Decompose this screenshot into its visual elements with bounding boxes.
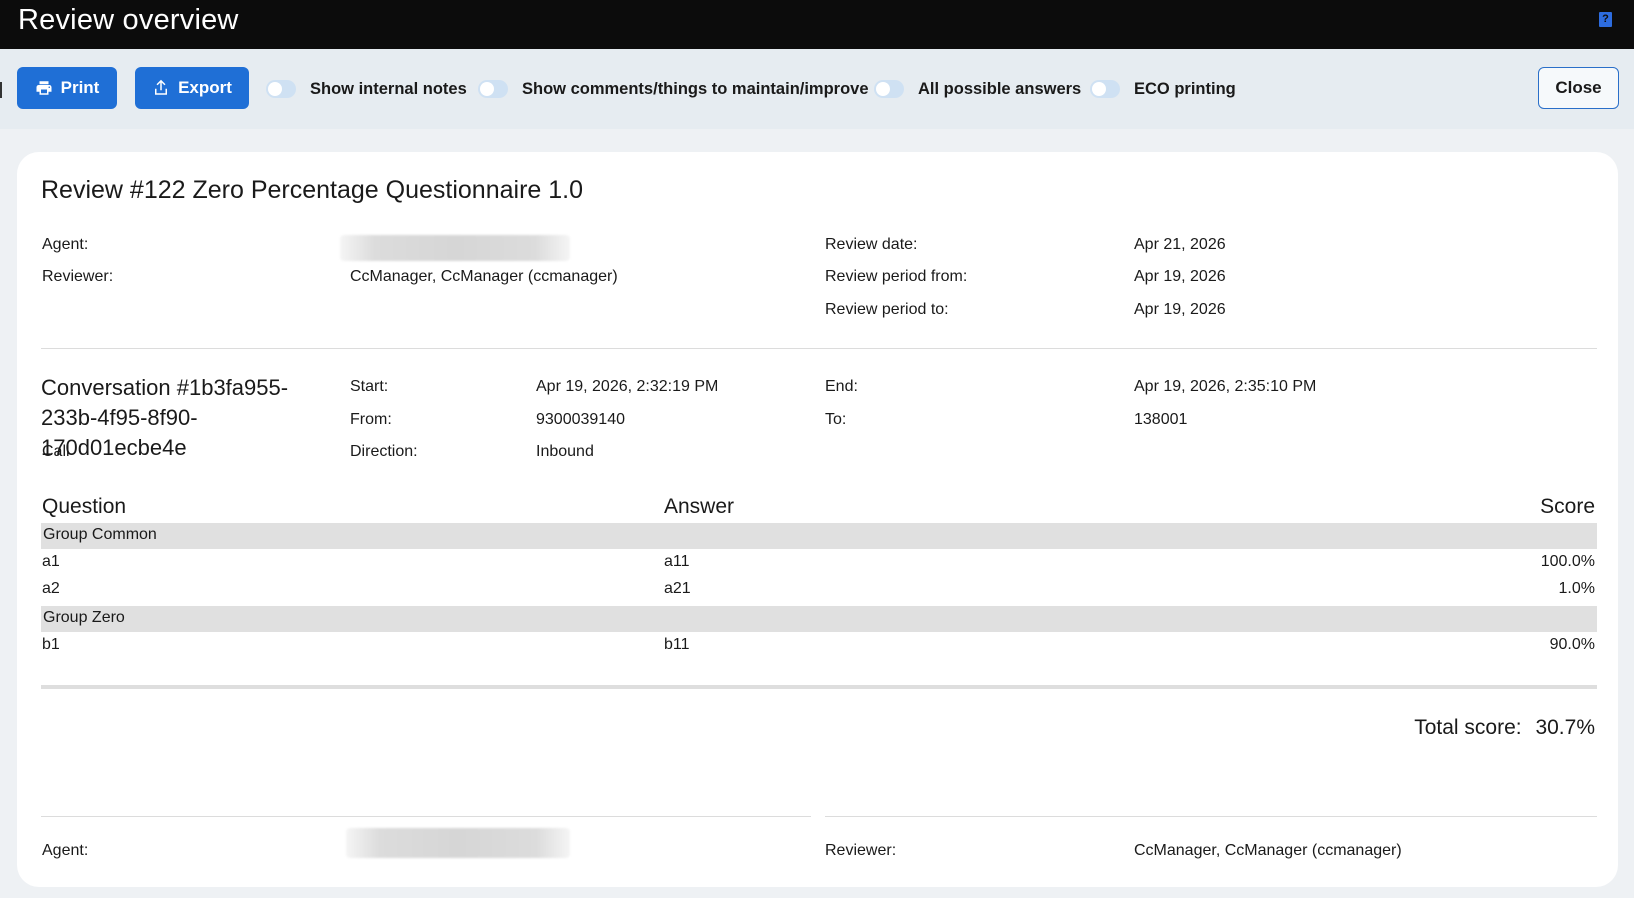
reviewer-value: CcManager, CcManager (ccmanager) <box>350 268 618 285</box>
toggle-switch[interactable] <box>1090 80 1120 98</box>
section-divider <box>41 348 1597 349</box>
to-label: To: <box>825 411 847 428</box>
total-score-label: Total score: <box>1414 716 1522 739</box>
toolbar-edge-divider <box>0 82 2 98</box>
group-row: Group Zero <box>41 606 1597 632</box>
toggle-label: Show comments/things to maintain/improve <box>522 79 869 98</box>
total-score: Total score: 30.7% <box>1414 716 1595 740</box>
table-bottom-divider <box>41 685 1597 689</box>
direction-label: Direction: <box>350 443 418 460</box>
group-name: Group Common <box>43 526 157 543</box>
answer-column-header: Answer <box>664 495 735 518</box>
total-score-value: 30.7% <box>1535 716 1595 739</box>
toggle-label: ECO printing <box>1134 79 1236 98</box>
export-button-label: Export <box>178 78 232 97</box>
toggle-internal-notes[interactable]: Show internal notes <box>266 79 467 99</box>
to-value: 138001 <box>1134 411 1188 428</box>
signature-reviewer-value: CcManager, CcManager (ccmanager) <box>1134 842 1402 859</box>
end-value: Apr 19, 2026, 2:35:10 PM <box>1134 378 1317 395</box>
export-button[interactable]: Export <box>135 67 249 109</box>
start-value: Apr 19, 2026, 2:32:19 PM <box>536 378 719 395</box>
review-title: Review #122 Zero Percentage Questionnair… <box>41 176 583 204</box>
toggle-switch[interactable] <box>266 80 296 98</box>
conversation-type: Call <box>42 443 70 460</box>
window-title: Review overview <box>18 4 239 36</box>
period-from-value: Apr 19, 2026 <box>1134 268 1226 285</box>
agent-label: Agent: <box>42 236 89 253</box>
table-cell-answer: a21 <box>664 580 691 597</box>
table-cell-answer: a11 <box>664 553 690 570</box>
end-label: End: <box>825 378 858 395</box>
reviewer-signature-line <box>825 816 1597 817</box>
print-button[interactable]: Print <box>17 67 117 109</box>
table-cell-question: a1 <box>42 553 60 570</box>
table-cell-score: 1.0% <box>1558 580 1595 597</box>
from-label: From: <box>350 411 392 428</box>
upload-icon <box>155 79 168 95</box>
help-book-icon[interactable]: ? <box>1599 12 1612 27</box>
period-from-label: Review period from: <box>825 268 968 285</box>
table-cell-score: 100.0% <box>1540 553 1595 570</box>
signature-agent-label: Agent: <box>42 842 89 859</box>
toggle-switch[interactable] <box>874 80 904 98</box>
table-cell-question: b1 <box>42 636 60 653</box>
toggle-comments[interactable]: Show comments/things to maintain/improve <box>478 79 869 99</box>
window-titlebar: Review overview ? <box>0 0 1634 49</box>
agent-value-redacted <box>340 235 570 261</box>
group-row: Group Common <box>41 523 1597 549</box>
table-cell-score: 90.0% <box>1549 636 1595 653</box>
toolbar: Print Export Show internal notes Show co… <box>0 49 1634 129</box>
agent-signature-line <box>41 816 811 817</box>
conversation-title: Conversation #1b3fa955-233b-4f95-8f90-17… <box>41 375 289 460</box>
signature-reviewer-label: Reviewer: <box>825 842 897 859</box>
direction-value: Inbound <box>536 443 594 460</box>
period-to-label: Review period to: <box>825 301 949 318</box>
print-button-label: Print <box>60 78 100 97</box>
printer-icon <box>36 81 52 95</box>
reviewer-label: Reviewer: <box>42 268 114 285</box>
toggle-switch[interactable] <box>478 80 508 98</box>
close-button-label: Close <box>1555 78 1602 97</box>
toggle-label: Show internal notes <box>310 79 467 98</box>
close-button[interactable]: Close <box>1538 67 1619 109</box>
toggle-all-possible-answers[interactable]: All possible answers <box>874 79 1081 99</box>
review-date-label: Review date: <box>825 236 918 253</box>
review-date-value: Apr 21, 2026 <box>1134 236 1226 253</box>
period-to-value: Apr 19, 2026 <box>1134 301 1226 318</box>
score-column-header: Score <box>1540 495 1595 518</box>
toggle-eco-printing[interactable]: ECO printing <box>1090 79 1236 99</box>
from-value: 9300039140 <box>536 411 625 428</box>
start-label: Start: <box>350 378 389 395</box>
toggle-label: All possible answers <box>918 79 1082 98</box>
signature-agent-value-redacted <box>346 828 570 858</box>
review-card: Review #122 Zero Percentage Questionnair… <box>17 152 1618 887</box>
table-cell-answer: b11 <box>664 636 690 653</box>
question-column-header: Question <box>42 495 127 518</box>
table-cell-question: a2 <box>42 580 60 597</box>
group-name: Group Zero <box>43 609 125 626</box>
